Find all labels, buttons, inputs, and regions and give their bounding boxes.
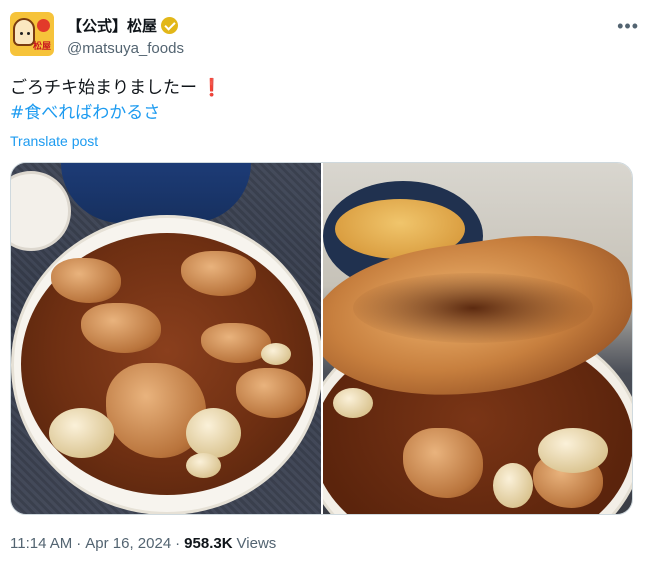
post-time[interactable]: 11:14 AM [10, 535, 72, 552]
name-row: 【公式】松屋 [67, 15, 179, 36]
more-icon[interactable]: ••• [617, 16, 639, 37]
photo-curry-bowl[interactable] [11, 163, 321, 514]
onion-piece [261, 343, 291, 365]
onion-piece [332, 388, 373, 418]
onion-piece [49, 408, 114, 458]
photo-spoonful[interactable] [322, 163, 632, 514]
onion-piece [537, 428, 608, 473]
hashtag-link[interactable]: #食べればわかるさ [10, 101, 222, 126]
mascot-icon [13, 18, 35, 46]
views-label: Views [236, 535, 277, 552]
tweet-text: ごろチキ始まりましたー [10, 78, 197, 98]
display-name[interactable]: 【公式】松屋 [67, 15, 157, 36]
sun-icon [37, 19, 50, 32]
tweet-meta: 11:14 AM · Apr 16, 2024 · 958.3K Views [10, 535, 276, 552]
miso-bowl [61, 163, 251, 223]
meta-separator: · [76, 535, 82, 552]
red-exclamation-icon: ❗ [201, 78, 223, 98]
media-grid [10, 162, 633, 515]
translate-post-link[interactable]: Translate post [10, 133, 98, 149]
user-handle[interactable]: @matsuya_foods [67, 40, 184, 57]
views-count: 958.3K [184, 535, 233, 552]
tweet-body: ごろチキ始まりましたー ❗ #食べればわかるさ [10, 76, 222, 126]
onion-piece [186, 453, 221, 478]
verified-badge-icon[interactable] [161, 17, 179, 34]
onion-piece [492, 463, 533, 508]
onion-piece [186, 408, 241, 458]
meta-separator: · [175, 535, 181, 552]
post-date[interactable]: Apr 16, 2024 [85, 535, 171, 552]
avatar[interactable]: 松屋 [10, 12, 54, 56]
avatar-brand-text: 松屋 [32, 42, 51, 52]
tweet-header: 松屋 【公式】松屋 @matsuya_foods ••• [10, 12, 639, 60]
